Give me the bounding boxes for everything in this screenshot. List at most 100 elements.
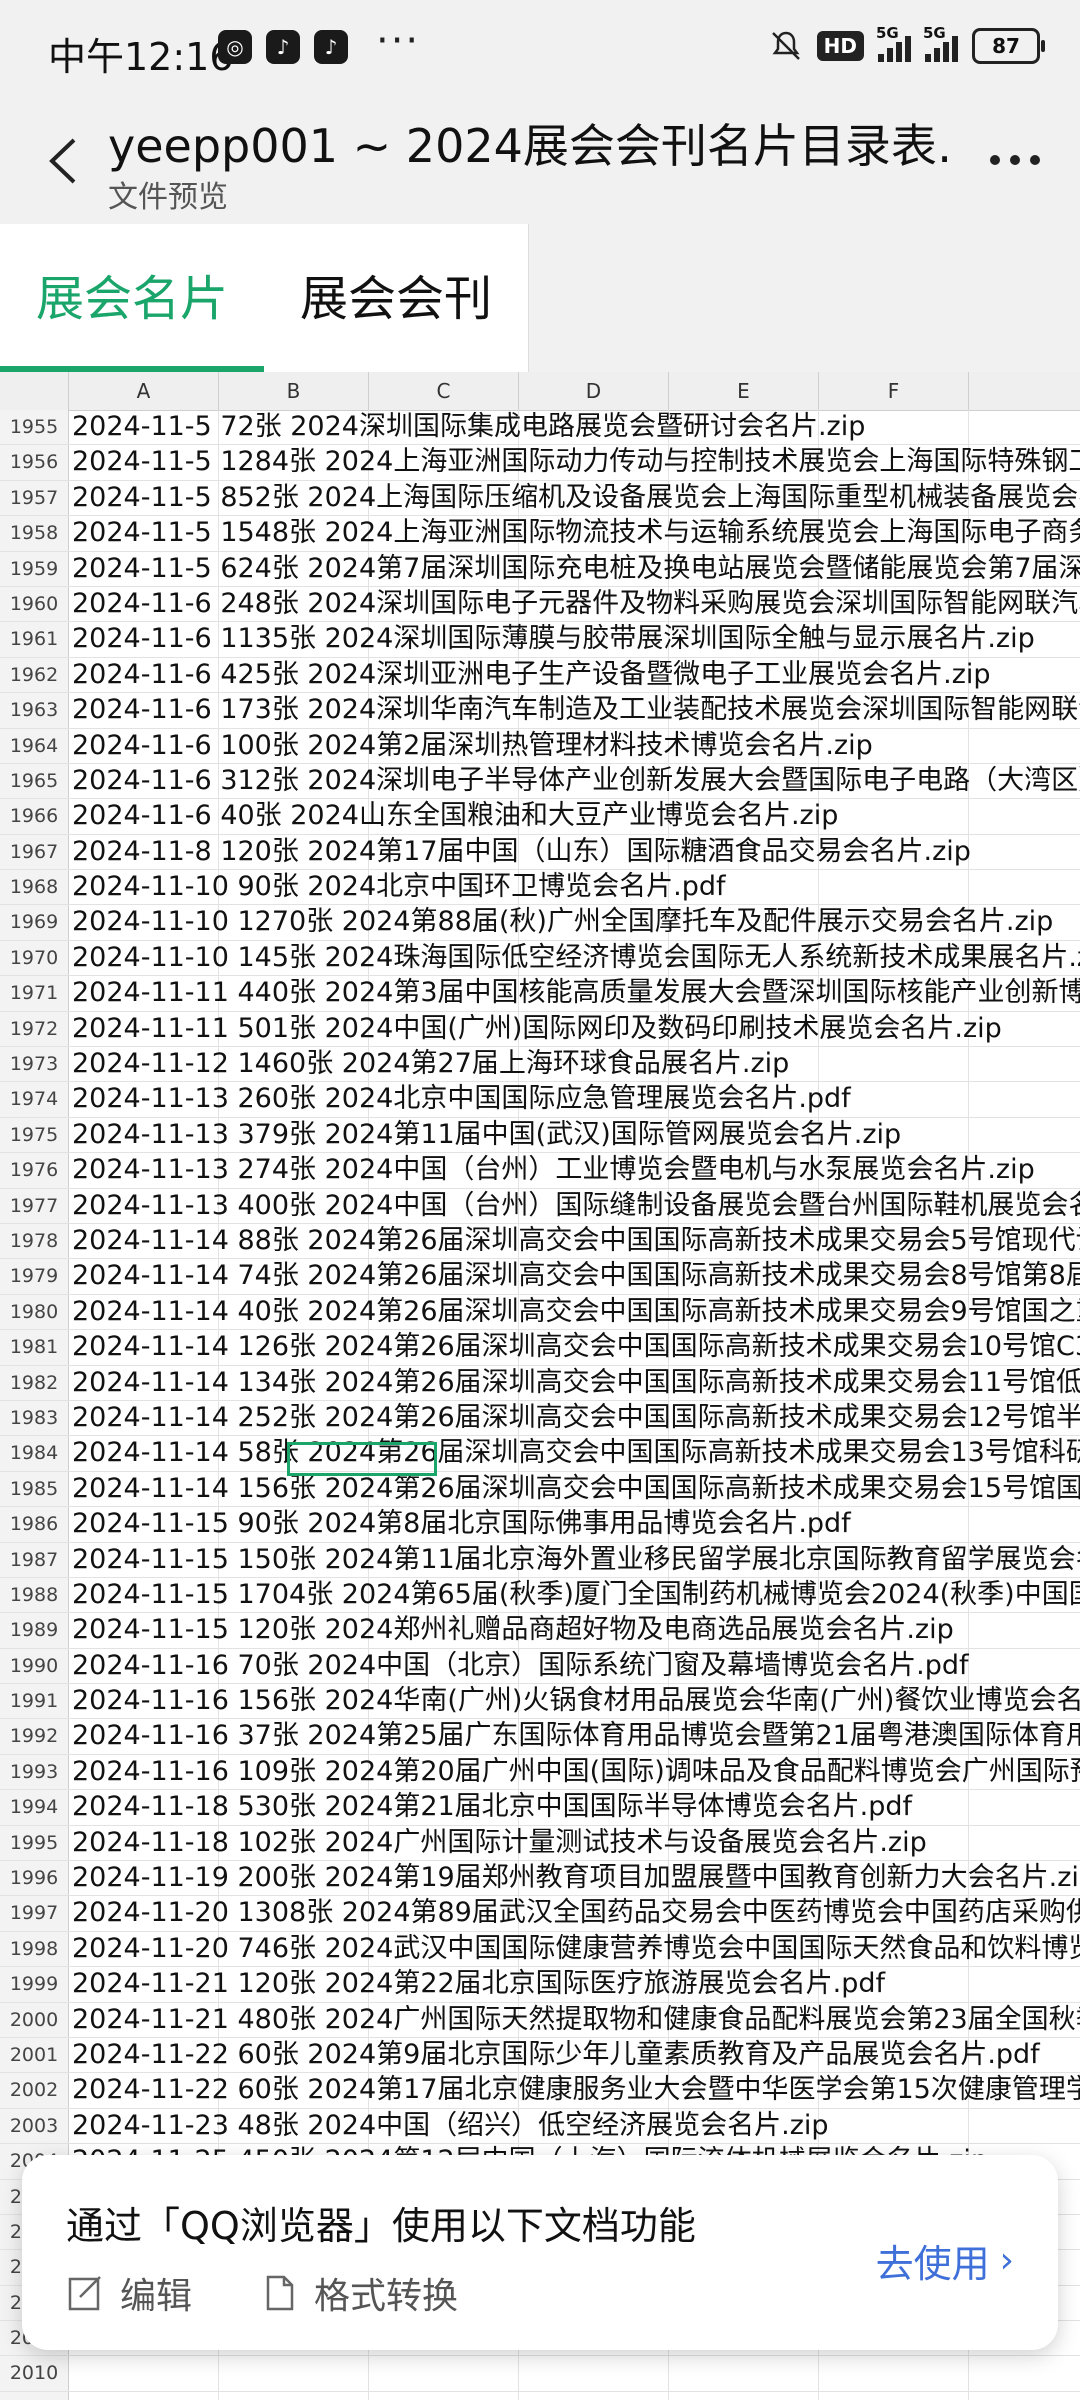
table-row[interactable]: 1971 2024-11-11 440张 2024第3届中国核能高质量发展大会暨深…	[0, 976, 1080, 1012]
table-row[interactable]: 1999 2024-11-21 120张 2024第22届北京国际医疗旅游展览会名…	[0, 1967, 1080, 2003]
cell-a[interactable]: 2024-11-15 150张 2024第11届北京海外置业移民留学展北京国际教…	[72, 1543, 1080, 1577]
row-number[interactable]: 1995	[0, 1825, 69, 1861]
cell-a[interactable]: 2024-11-11 501张 2024中国(广州)国际网印及数码印刷技术展览会…	[72, 1012, 1002, 1046]
cell-a[interactable]: 2024-11-16 70张 2024中国（北京）国际系统门窗及幕墙博览会名片.…	[72, 1649, 969, 1683]
cell-a[interactable]: 2024-11-12 1460张 2024第27届上海环球食品展名片.zip	[72, 1047, 789, 1081]
cell-a[interactable]: 2024-11-18 530张 2024第21届北京中国国际半导体博览会名片.p…	[72, 1790, 912, 1824]
table-row[interactable]: 1972 2024-11-11 501张 2024中国(广州)国际网印及数码印刷技…	[0, 1011, 1080, 1048]
cell-a[interactable]: 2024-11-5 72张 2024深圳国际集成电路展览会暨研讨会名片.zip	[72, 410, 865, 444]
cell-a[interactable]: 2024-11-6 248张 2024深圳国际电子元器件及物料采购展览会深圳国际…	[72, 587, 1080, 621]
row-number[interactable]: 1970	[0, 940, 69, 976]
row-number[interactable]: 1994	[0, 1790, 69, 1825]
tab-exhibition-cards[interactable]: 展会名片	[0, 224, 265, 372]
cell-a[interactable]: 2024-11-14 134张 2024第26届深圳高交会中国国际高新技术成果交…	[72, 1366, 1080, 1400]
cell-a[interactable]: 2024-11-6 425张 2024深圳亚洲电子生产设备暨微电子工业展览会名片…	[72, 658, 991, 692]
cell-a[interactable]: 2024-11-14 58张 2024第26届深圳高交会中国国际高新技术成果交易…	[72, 1436, 1080, 1470]
cell-a[interactable]: 2024-11-11 440张 2024第3届中国核能高质量发展大会暨深圳国际核…	[72, 976, 1080, 1010]
row-number[interactable]: 1985	[0, 1471, 69, 1507]
row-number[interactable]: 1975	[0, 1117, 69, 1153]
table-row[interactable]: 1978 2024-11-14 88张 2024第26届深圳高交会中国国际高新技术…	[0, 1223, 1080, 1260]
table-row[interactable]: 1970 2024-11-10 145张 2024珠海国际低空经济博览会国际无人系…	[0, 940, 1080, 977]
cell-a[interactable]: 2024-11-6 173张 2024深圳华南汽车制造及工业装配技术展览会深圳国…	[72, 693, 1080, 727]
row-number[interactable]: 1991	[0, 1684, 69, 1719]
row-number[interactable]: 1979	[0, 1259, 69, 1294]
back-icon[interactable]	[30, 126, 100, 196]
column-header-a[interactable]: A	[69, 372, 219, 410]
table-row[interactable]: 1992 2024-11-16 37张 2024第25届广东国际体育用品博览会暨第…	[0, 1719, 1080, 1755]
cell-a[interactable]: 2024-11-14 126张 2024第26届深圳高交会中国国际高新技术成果交…	[72, 1330, 1080, 1364]
row-number[interactable]: 1969	[0, 905, 69, 940]
table-row[interactable]: 1988 2024-11-15 1704张 2024第65届(秋季)厦门全国制药机…	[0, 1577, 1080, 1614]
table-row[interactable]: 1959 2024-11-5 624张 2024第7届深圳国际充电桩及换电站展览会…	[0, 551, 1080, 587]
column-header-c[interactable]: C	[369, 372, 519, 410]
row-number[interactable]: 1955	[0, 410, 69, 445]
table-row[interactable]: 1982 2024-11-14 134张 2024第26届深圳高交会中国国际高新技…	[0, 1365, 1080, 1401]
cell-a[interactable]: 2024-11-16 156张 2024华南(广州)火锅食材用品展览会华南(广州…	[72, 1684, 1080, 1718]
selected-cell[interactable]	[287, 1442, 437, 1476]
row-number[interactable]: 2002	[0, 2073, 69, 2108]
cell-a[interactable]: 2024-11-10 1270张 2024第88届(秋)广州全国摩托车及配件展示…	[72, 905, 1053, 939]
row-number[interactable]: 1990	[0, 1648, 69, 1684]
row-number[interactable]: 1959	[0, 551, 69, 586]
table-row[interactable]: 1977 2024-11-13 400张 2024中国（台州）国际缝制设备展览会暨…	[0, 1188, 1080, 1224]
table-row[interactable]: 1983 2024-11-14 252张 2024第26届深圳高交会中国国际高新技…	[0, 1400, 1080, 1437]
table-row[interactable]: 1984 2024-11-14 58张 2024第26届深圳高交会中国国际高新技术…	[0, 1436, 1080, 1472]
cell-a[interactable]: 2024-11-15 90张 2024第8届北京国际佛事用品博览会名片.pdf	[72, 1507, 851, 1541]
cell-a[interactable]: 2024-11-6 312张 2024深圳电子半导体产业创新发展大会暨国际电子电…	[72, 764, 1080, 798]
table-row[interactable]: 1957 2024-11-5 852张 2024上海国际压缩机及设备展览会上海国际…	[0, 480, 1080, 517]
row-number[interactable]: 1957	[0, 480, 69, 516]
cell-a[interactable]: 2024-11-23 48张 2024中国（绍兴）低空经济展览会名片.zip	[72, 2109, 829, 2143]
cell-a[interactable]: 2024-11-13 274张 2024中国（台州）工业博览会暨电机与水泵展览会…	[72, 1153, 1035, 1187]
cell-a[interactable]: 2024-11-22 60张 2024第9届北京国际少年儿童素质教育及产品展览会…	[72, 2038, 1040, 2072]
table-row[interactable]: 1989 2024-11-15 120张 2024郑州礼赠品商超好物及电商选品展览…	[0, 1613, 1080, 1649]
table-row[interactable]: 1963 2024-11-6 173张 2024深圳华南汽车制造及工业装配技术展览…	[0, 693, 1080, 729]
tab-exhibition-catalog[interactable]: 展会会刊	[264, 224, 529, 372]
row-number[interactable]: 2000	[0, 2002, 69, 2037]
row-number[interactable]: 1982	[0, 1365, 69, 1400]
cell-a[interactable]: 2024-11-5 1284张 2024上海亚洲国际动力传动与控制技术展览会上海…	[72, 445, 1080, 479]
row-number[interactable]: 1977	[0, 1188, 69, 1223]
cell-a[interactable]: 2024-11-13 260张 2024北京中国国际应急管理展览会名片.pdf	[72, 1082, 851, 1116]
convert-format-button[interactable]: 格式转换	[260, 2267, 458, 2319]
row-number[interactable]: 1999	[0, 1967, 69, 2002]
edit-button[interactable]: 编辑	[66, 2267, 192, 2319]
cell-a[interactable]: 2024-11-10 145张 2024珠海国际低空经济博览会国际无人系统新技术…	[72, 941, 1080, 975]
go-use-button[interactable]: 去使用 ›	[876, 2233, 1014, 2288]
cell-a[interactable]: 2024-11-21 480张 2024广州国际天然提取物和健康食品配料展览会第…	[72, 2003, 1080, 2037]
row-number[interactable]: 1996	[0, 1861, 69, 1896]
row-number[interactable]: 1966	[0, 799, 69, 834]
row-number[interactable]: 1992	[0, 1719, 69, 1754]
row-number[interactable]: 2010	[0, 2356, 69, 2391]
row-number[interactable]: 1964	[0, 728, 69, 763]
table-row[interactable]: 1967 2024-11-8 120张 2024第17届中国（山东）国际糖酒食品交…	[0, 834, 1080, 871]
row-number[interactable]: 1997	[0, 1896, 69, 1931]
table-row[interactable]: 1980 2024-11-14 40张 2024第26届深圳高交会中国国际高新技术…	[0, 1294, 1080, 1331]
row-number[interactable]: 1987	[0, 1542, 69, 1577]
cell-a[interactable]: 2024-11-22 60张 2024第17届北京健康服务业大会暨中华医学会第1…	[72, 2073, 1080, 2107]
row-number[interactable]: 1976	[0, 1153, 69, 1188]
table-row[interactable]: 1955 2024-11-5 72张 2024深圳国际集成电路展览会暨研讨会名片.…	[0, 410, 1080, 446]
cell-a[interactable]: 2024-11-13 379张 2024第11届中国(武汉)国际管网展览会名片.…	[72, 1118, 901, 1152]
cell-a[interactable]: 2024-11-15 120张 2024郑州礼赠品商超好物及电商选品展览会名片.…	[72, 1613, 954, 1647]
cell-a[interactable]: 2024-11-18 102张 2024广州国际计量测试技术与设备展览会名片.z…	[72, 1826, 927, 1860]
row-number[interactable]: 1971	[0, 976, 69, 1011]
row-number[interactable]: 1989	[0, 1613, 69, 1648]
table-row[interactable]: 1976 2024-11-13 274张 2024中国（台州）工业博览会暨电机与水…	[0, 1153, 1080, 1189]
table-row[interactable]: 2010	[0, 2356, 1080, 2392]
table-row[interactable]: 1973 2024-11-12 1460张 2024第27届上海环球食品展名片.z…	[0, 1047, 1080, 1083]
table-row[interactable]: 1968 2024-11-10 90张 2024北京中国环卫博览会名片.pdf	[0, 870, 1080, 906]
column-header-e[interactable]: E	[669, 372, 819, 410]
table-row[interactable]: 1979 2024-11-14 74张 2024第26届深圳高交会中国国际高新技术…	[0, 1259, 1080, 1295]
table-row[interactable]: 1964 2024-11-6 100张 2024第2届深圳热管理材料技术博览会名片…	[0, 728, 1080, 764]
row-number[interactable]: 2003	[0, 2108, 69, 2144]
table-row[interactable]: 1993 2024-11-16 109张 2024第20届广州中国(国际)调味品及…	[0, 1754, 1080, 1791]
row-number[interactable]: 1961	[0, 622, 69, 657]
table-row[interactable]: 1991 2024-11-16 156张 2024华南(广州)火锅食材用品展览会华…	[0, 1684, 1080, 1720]
row-number[interactable]: 1965	[0, 763, 69, 799]
row-number[interactable]: 1960	[0, 586, 69, 622]
table-row[interactable]: 1975 2024-11-13 379张 2024第11届中国(武汉)国际管网展览…	[0, 1117, 1080, 1154]
row-number[interactable]: 1974	[0, 1082, 69, 1117]
cell-a[interactable]: 2024-11-14 88张 2024第26届深圳高交会中国国际高新技术成果交易…	[72, 1224, 1080, 1258]
cell-a[interactable]: 2024-11-10 90张 2024北京中国环卫博览会名片.pdf	[72, 870, 726, 904]
more-options-icon[interactable]	[980, 140, 1050, 180]
